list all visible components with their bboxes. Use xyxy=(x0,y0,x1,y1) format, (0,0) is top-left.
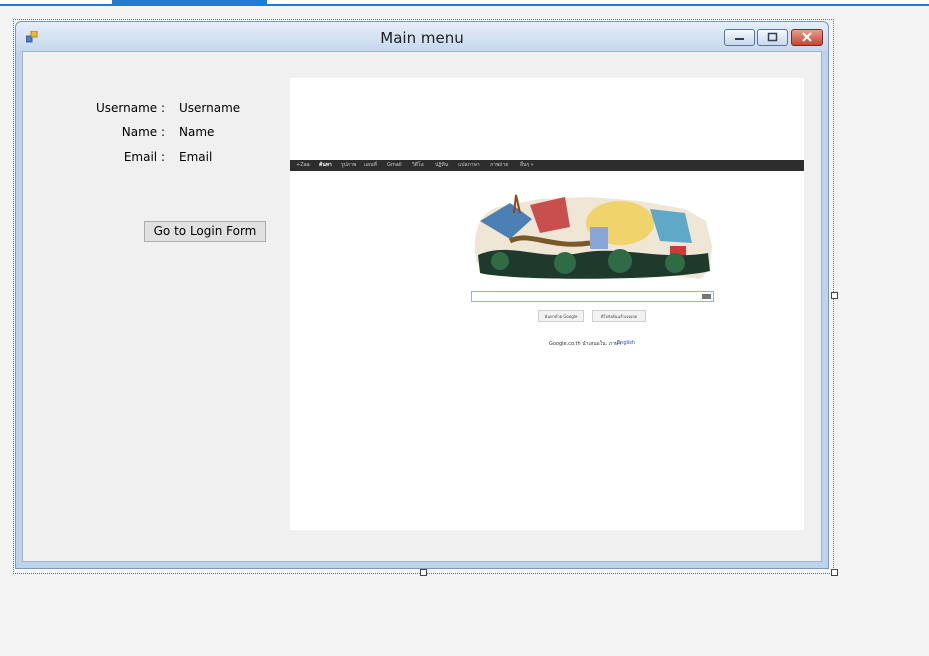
keyboard-icon[interactable] xyxy=(702,294,711,299)
feeling-lucky-button[interactable]: ดีใจจังค้นแล้วเจอเลย xyxy=(592,310,646,322)
topbar-item-search[interactable]: ค้นหา xyxy=(319,160,332,171)
go-to-login-button[interactable]: Go to Login Form xyxy=(144,221,266,242)
minimize-button[interactable] xyxy=(724,29,755,46)
web-browser-control[interactable]: +Zaa ค้นหา รูปภาพ แผนที่ Gmail วิดีโอ ปฏ… xyxy=(290,78,804,530)
title-bar[interactable]: Main menu xyxy=(16,22,828,51)
topbar-item-gmail[interactable]: Gmail xyxy=(387,160,402,171)
topbar-item-videos[interactable]: วิดีโอ xyxy=(412,160,424,171)
email-value: Email xyxy=(179,150,213,164)
google-search-input[interactable] xyxy=(471,291,714,302)
topbar-item-photos[interactable]: ภาพถ่าย xyxy=(490,160,508,171)
resize-handle-bottom[interactable] xyxy=(420,569,427,576)
close-button[interactable] xyxy=(791,29,823,46)
resize-handle-corner[interactable] xyxy=(831,569,838,576)
username-value: Username xyxy=(179,101,241,115)
window-title: Main menu xyxy=(380,29,464,47)
form-client-area: Username : Username Name : Name Email : … xyxy=(22,51,822,562)
resize-handle-right[interactable] xyxy=(831,292,838,299)
maximize-button[interactable] xyxy=(757,29,788,46)
google-doodle-image[interactable] xyxy=(470,191,715,283)
maximize-icon xyxy=(767,32,778,42)
topbar-item-more[interactable]: อื่นๆ » xyxy=(520,160,534,171)
footer-language-text: Google.co.th นำเสนอใน: ภาษา xyxy=(549,341,621,347)
close-icon xyxy=(802,32,812,42)
topbar-item-translate[interactable]: แปลภาษา xyxy=(458,160,480,171)
active-tab-indicator xyxy=(112,0,267,4)
name-value: Name xyxy=(179,125,215,139)
minimize-icon xyxy=(735,38,744,40)
username-caption: Username : xyxy=(95,101,165,115)
google-top-bar: +Zaa ค้นหา รูปภาพ แผนที่ Gmail วิดีโอ ปฏ… xyxy=(290,160,804,171)
designer-tab-strip xyxy=(0,0,929,6)
topbar-item-plus[interactable]: +Zaa xyxy=(296,160,310,171)
topbar-item-images[interactable]: รูปภาพ xyxy=(341,160,356,171)
google-search-button[interactable]: ค้นหาด้วย Google xyxy=(538,310,584,322)
email-caption: Email : xyxy=(123,150,165,164)
topbar-item-calendar[interactable]: ปฏิทิน xyxy=(435,160,448,171)
footer-english-link[interactable]: English xyxy=(617,340,635,346)
main-menu-window: Main menu Username : Username Name : Nam… xyxy=(15,21,829,569)
topbar-item-maps[interactable]: แผนที่ xyxy=(364,160,377,171)
name-caption: Name : xyxy=(121,125,165,139)
